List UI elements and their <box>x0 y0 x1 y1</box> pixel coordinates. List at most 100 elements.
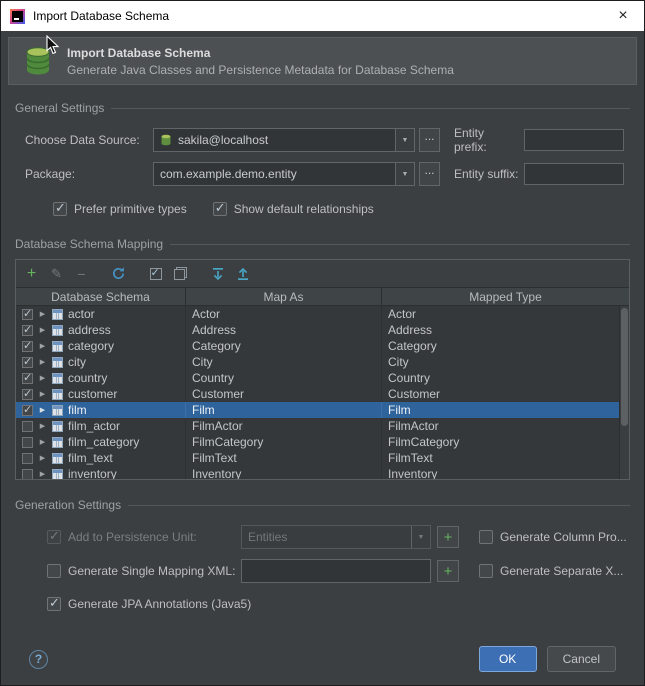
row-expand-icon[interactable]: ▶ <box>38 422 47 430</box>
table-row[interactable]: ▶ film_category FilmCategory FilmCategor… <box>16 434 629 450</box>
add-to-persistence-checkbox <box>47 528 61 544</box>
button-group: OK Cancel <box>478 646 616 672</box>
package-browse-button[interactable]: ... <box>419 162 440 186</box>
entity-suffix-field[interactable] <box>524 163 624 185</box>
table-row[interactable]: ▶ film_text FilmText FilmText <box>16 450 629 466</box>
row-expand-icon[interactable]: ▶ <box>38 358 47 366</box>
row-checkbox[interactable] <box>22 420 33 432</box>
chevron-down-icon[interactable]: ▼ <box>395 163 414 185</box>
table-row[interactable]: ▶ inventory Inventory Inventory <box>16 466 629 479</box>
table-header: Database Schema Map As Mapped Type <box>16 288 629 306</box>
datasource-db-icon <box>161 134 171 146</box>
mapping-toolbar: + ✎ − <box>16 260 629 288</box>
table-row[interactable]: ▶ customer Customer Customer <box>16 386 629 402</box>
row-expand-icon[interactable]: ▶ <box>38 326 47 334</box>
unselect-all-icon[interactable] <box>168 263 193 285</box>
generate-jpa-annotations-checkbox[interactable] <box>47 595 61 611</box>
generate-separate-xml-label[interactable]: Generate Separate X... <box>500 564 623 578</box>
separate-xml-checkbox-group: Generate Separate X... <box>479 564 623 578</box>
edit-icon[interactable]: ✎ <box>44 263 69 285</box>
data-source-browse-button[interactable]: ... <box>419 128 440 152</box>
schema-cell: ▶ actor <box>16 306 186 322</box>
row-checkbox[interactable] <box>22 323 33 336</box>
map-as-cell: City <box>186 354 382 370</box>
table-row[interactable]: ▶ country Country Country <box>16 370 629 386</box>
data-source-value: sakila@localhost <box>178 133 269 147</box>
row-expand-icon[interactable]: ▶ <box>38 470 47 478</box>
row-checkbox[interactable] <box>22 307 33 320</box>
help-icon[interactable]: ? <box>29 649 48 669</box>
add-mapping-xml-button[interactable]: + <box>437 560 459 582</box>
row-expand-icon[interactable]: ▶ <box>38 454 47 462</box>
row-checkbox[interactable] <box>22 387 33 400</box>
cancel-button[interactable]: Cancel <box>546 646 616 672</box>
generation-settings-header: Generation Settings <box>15 498 630 512</box>
schema-name: film <box>68 403 87 417</box>
mapped-type-value: Film <box>388 403 411 417</box>
entity-prefix-field[interactable] <box>524 129 624 151</box>
table-scrollbar[interactable] <box>619 306 629 479</box>
show-default-relationships-label[interactable]: Show default relationships <box>234 202 374 216</box>
ok-button[interactable]: OK <box>478 646 537 672</box>
mapped-type-cell: Actor <box>382 306 629 322</box>
table-row[interactable]: ▶ address Address Address <box>16 322 629 338</box>
generate-column-properties-label[interactable]: Generate Column Pro... <box>500 530 627 544</box>
generate-single-xml-checkbox[interactable] <box>47 564 61 578</box>
column-header-mapped-type[interactable]: Mapped Type <box>382 288 629 305</box>
table-row[interactable]: ▶ city City City <box>16 354 629 370</box>
persistence-checkbox-group: Add to Persistence Unit: <box>47 528 241 544</box>
generate-column-properties-checkbox[interactable] <box>479 530 493 544</box>
close-icon[interactable]: × <box>611 7 635 25</box>
row-checkbox[interactable] <box>22 339 33 352</box>
table-icon <box>52 420 63 432</box>
column-header-database-schema[interactable]: Database Schema <box>16 288 186 305</box>
schema-cell: ▶ address <box>16 322 186 338</box>
row-checkbox[interactable] <box>22 436 33 448</box>
scrollbar-thumb[interactable] <box>621 308 628 426</box>
chevron-down-icon[interactable]: ▼ <box>395 129 414 151</box>
table-icon <box>52 468 63 479</box>
column-header-map-as[interactable]: Map As <box>186 288 382 305</box>
remove-icon[interactable]: − <box>69 263 94 285</box>
table-row[interactable]: ▶ film Film Film <box>16 402 629 418</box>
table-row[interactable]: ▶ film_actor FilmActor FilmActor <box>16 418 629 434</box>
row-expand-icon[interactable]: ▶ <box>38 438 47 446</box>
single-xml-field[interactable] <box>241 559 431 583</box>
collapse-all-icon[interactable] <box>230 263 255 285</box>
mapped-type-value: Actor <box>388 307 417 321</box>
schema-cell: ▶ category <box>16 338 186 354</box>
data-source-combobox[interactable]: sakila@localhost ▼ <box>153 128 415 152</box>
row-checkbox[interactable] <box>22 403 33 416</box>
prefer-primitive-checkbox[interactable] <box>53 200 67 216</box>
row-checkbox[interactable] <box>22 371 33 384</box>
row-expand-icon[interactable]: ▶ <box>38 310 47 318</box>
row-expand-icon[interactable]: ▶ <box>38 390 47 398</box>
map-as-cell: Category <box>186 338 382 354</box>
refresh-icon[interactable] <box>106 263 131 285</box>
row-expand-icon[interactable]: ▶ <box>38 374 47 382</box>
generate-separate-xml-checkbox[interactable] <box>479 564 493 578</box>
select-all-icon[interactable] <box>143 263 168 285</box>
row-expand-icon[interactable]: ▶ <box>38 342 47 350</box>
generate-jpa-annotations-label[interactable]: Generate JPA Annotations (Java5) <box>68 597 251 611</box>
generate-single-xml-label[interactable]: Generate Single Mapping XML: <box>68 564 241 578</box>
row-checkbox[interactable] <box>22 452 33 464</box>
schema-name: inventory <box>68 467 117 479</box>
row-expand-icon[interactable]: ▶ <box>38 406 47 414</box>
add-persistence-unit-button[interactable]: + <box>437 526 459 548</box>
row-checkbox[interactable] <box>22 468 33 479</box>
map-as-cell: FilmCategory <box>186 434 382 450</box>
import-database-schema-dialog: Import Database Schema × Import Database… <box>0 0 645 686</box>
show-default-relationships-checkbox[interactable] <box>212 200 227 216</box>
prefer-primitive-label[interactable]: Prefer primitive types <box>74 202 187 216</box>
table-row[interactable]: ▶ actor Actor Actor <box>16 306 629 322</box>
table-row[interactable]: ▶ category Category Category <box>16 338 629 354</box>
row-checkbox[interactable] <box>22 355 33 368</box>
single-xml-checkbox-group: Generate Single Mapping XML: <box>47 564 241 578</box>
package-value: com.example.demo.entity <box>160 167 297 181</box>
add-icon[interactable]: + <box>19 263 44 285</box>
general-settings-label: General Settings <box>15 101 105 115</box>
package-combobox[interactable]: com.example.demo.entity ▼ <box>153 162 415 186</box>
expand-all-icon[interactable] <box>205 263 230 285</box>
table-icon <box>52 340 63 352</box>
